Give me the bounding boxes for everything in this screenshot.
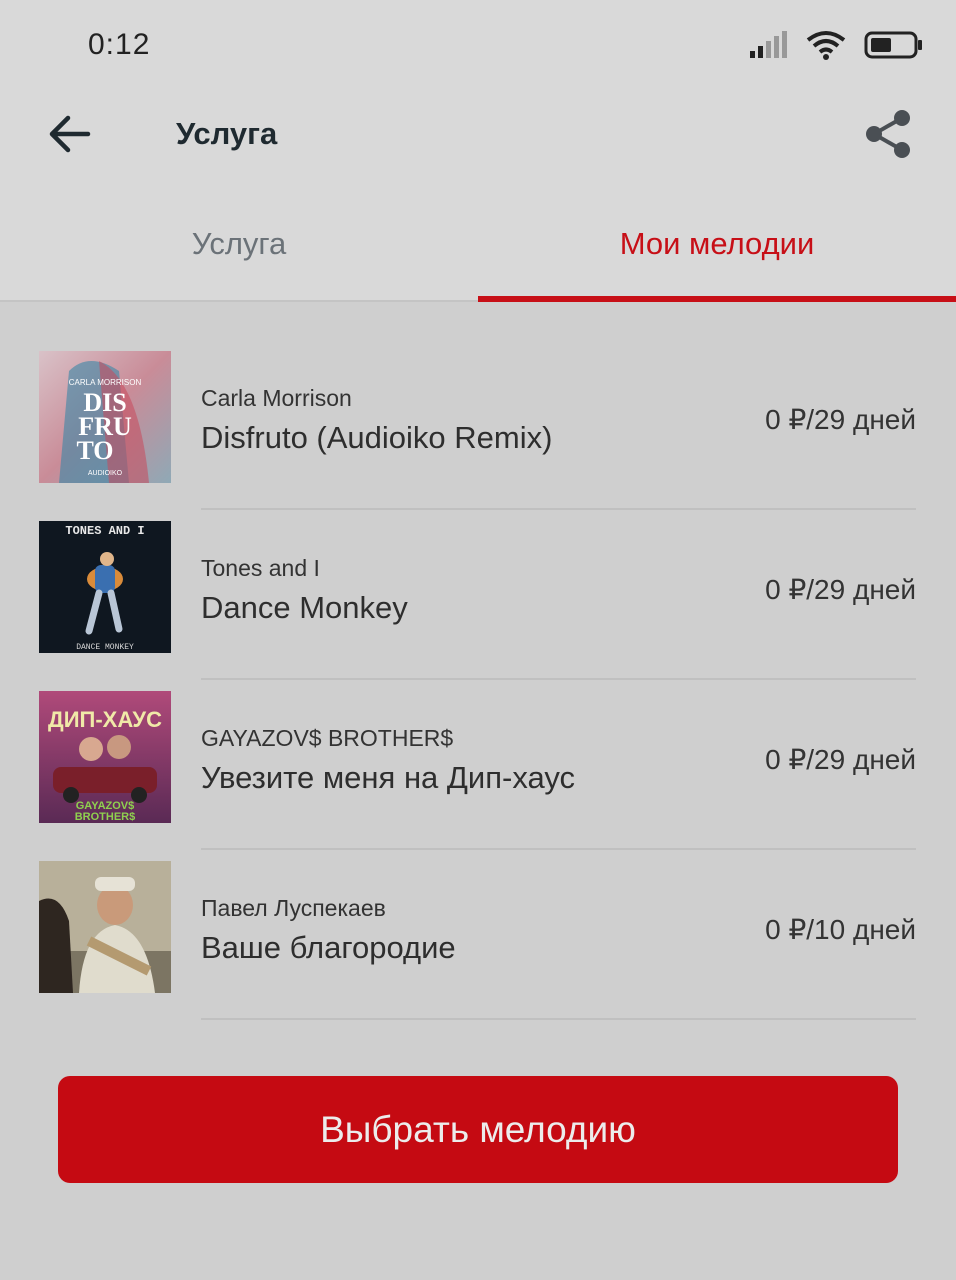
track-title: Ваше благородие [201,930,456,965]
album-cover: CARLA MORRISON DIS FRU TO AUDIOIKO [39,351,171,483]
album-cover: TONES AND I DANCE MONKEY [39,521,171,653]
share-icon[interactable] [864,108,912,160]
page-title: Услуга [176,116,278,151]
back-arrow-icon[interactable] [48,112,92,156]
artist-name: Carla Morrison [201,385,352,411]
cover-text: TONES AND I [65,524,144,538]
album-cover [39,861,171,993]
price: 0 ₽/10 дней [765,914,916,945]
tab-service[interactable]: Услуга [0,226,478,262]
cover-text: DANCE MONKEY [76,643,134,652]
cover-text: CARLA MORRISON [69,378,142,387]
wifi-icon [806,31,846,60]
list-item[interactable]: CARLA MORRISON DIS FRU TO AUDIOIKO Carla… [0,340,956,510]
battery-icon [864,31,922,59]
price: 0 ₽/29 дней [765,404,916,435]
track-title: Увезите меня на Дип-хаус [201,760,576,795]
artist-name: Tones and I [201,555,320,581]
list-item[interactable]: ДИП-ХАУС GAYAZOV$ BROTHER$ GAYAZOV$ BROT… [0,680,956,850]
album-cover: ДИП-ХАУС GAYAZOV$ BROTHER$ [39,691,171,823]
price: 0 ₽/29 дней [765,574,916,605]
tab-my-melodies[interactable]: Мои мелодии [478,226,956,262]
choose-melody-button[interactable]: Выбрать мелодию [58,1076,898,1183]
list-item[interactable]: Павел Луспекаев Ваше благородие 0 ₽/10 д… [0,850,956,1020]
divider [201,1018,916,1020]
status-icons [750,30,924,60]
signal-icon [750,31,787,58]
track-title: Disfruto (Audioiko Remix) [201,420,553,455]
cover-text: TO [76,436,113,465]
list-item[interactable]: TONES AND I DANCE MONKEY Tones and I Dan… [0,510,956,680]
active-tab-indicator [478,296,956,302]
artist-name: Павел Луспекаев [201,895,386,921]
cover-text: ДИП-ХАУС [48,707,162,732]
artist-name: GAYAZOV$ BROTHER$ [201,725,454,751]
track-title: Dance Monkey [201,590,408,625]
cover-text: BROTHER$ [75,811,136,823]
price: 0 ₽/29 дней [765,744,916,775]
status-time: 0:12 [88,28,151,61]
cover-text: AUDIOIKO [88,470,123,477]
melody-list: CARLA MORRISON DIS FRU TO AUDIOIKO Carla… [0,340,956,1020]
top-area: 0:12 Услуга Услуга Мои мелодии [0,0,956,302]
